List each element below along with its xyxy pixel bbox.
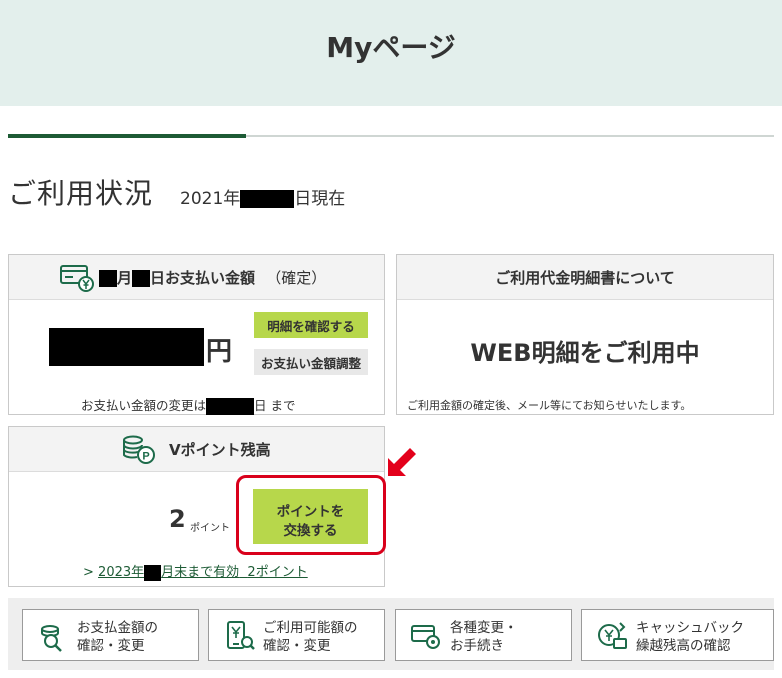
- expiry-chevron-icon: >: [83, 565, 94, 580]
- payment-card-header: 月日お支払い金額 （確定）: [9, 255, 384, 300]
- procedures-label: 各種変更・ お手続き: [450, 620, 518, 654]
- redacted-expiry-month: [144, 564, 162, 581]
- points-unit: ポイント: [190, 523, 230, 534]
- coins-points-icon: P: [123, 435, 155, 464]
- change-note-suffix: 日 まで: [254, 398, 296, 413]
- web-statement-status: WEB明細をご利用中: [470, 339, 700, 367]
- redacted-month: [99, 270, 117, 287]
- exchange-line-1: ポイントを: [276, 503, 345, 519]
- expiry-suffix: 月末まで有効: [161, 565, 240, 580]
- points-card-header: P Vポイント残高: [9, 427, 384, 472]
- statement-card: ご利用代金明細書について WEB明細をご利用中 ご利用金額の確定後、メール等にて…: [396, 254, 774, 415]
- redacted-day: [132, 270, 151, 287]
- payment-card: 月日お支払い金額 （確定） 円 明細を確認する お支払い金額調整 お支払い金額の…: [8, 254, 385, 415]
- view-details-button[interactable]: 明細を確認する: [254, 312, 368, 338]
- tab-active-indicator: [8, 134, 246, 138]
- statement-card-header: ご利用代金明細書について: [397, 255, 773, 300]
- payment-amount-button[interactable]: お支払金額の 確認・変更: [22, 609, 199, 661]
- redacted-deadline: [206, 398, 255, 415]
- redacted-amount: [49, 328, 204, 366]
- expiry-text: 2023年 月末まで有効 2ポイント: [98, 564, 308, 581]
- phone-yen-icon: [227, 621, 255, 650]
- points-balance: 2: [169, 505, 186, 533]
- payment-status: （確定）: [266, 269, 327, 287]
- title-day-label: 日お支払い金額: [150, 269, 256, 287]
- svg-text:P: P: [142, 451, 149, 463]
- page-header: Myページ: [0, 0, 782, 106]
- procedures-button[interactable]: 各種変更・ お手続き: [395, 609, 572, 661]
- amount-yen: 円: [206, 337, 233, 367]
- page-title: Myページ: [326, 31, 456, 64]
- available-credit-button[interactable]: ご利用可能額の 確認・変更: [208, 609, 385, 661]
- cashback-icon: [598, 622, 627, 649]
- expiry-year: 2023年: [98, 565, 145, 580]
- statement-card-title: ご利用代金明細書について: [495, 269, 675, 287]
- expiry-points: 2ポイント: [247, 565, 308, 580]
- payment-card-title: 月日お支払い金額 （確定）: [99, 267, 326, 288]
- title-month-label: 月: [117, 269, 133, 287]
- exchange-line-2: 交換する: [283, 522, 338, 538]
- card-gear-icon: [411, 625, 440, 649]
- as-of-suffix: 日現在: [294, 189, 346, 209]
- as-of-prefix: 2021年: [180, 189, 241, 209]
- cashback-balance-button[interactable]: キャッシュバック 繰越残高の確認: [581, 609, 774, 661]
- adjust-payment-button[interactable]: お支払い金額調整: [254, 349, 368, 375]
- pointer-arrow-icon: [388, 448, 416, 476]
- available-credit-label: ご利用可能額の 確認・変更: [263, 620, 358, 654]
- cashback-balance-label: キャッシュバック 繰越残高の確認: [636, 620, 744, 654]
- exchange-points-button[interactable]: ポイントを 交換する: [253, 489, 368, 544]
- usage-heading: ご利用状況: [8, 177, 154, 210]
- change-note-prefix: お支払い金額の変更は: [81, 398, 207, 413]
- payment-amount-label: お支払金額の 確認・変更: [77, 620, 158, 654]
- points-expiry-link[interactable]: > 2023年 月末まで有効 2ポイント: [83, 561, 308, 581]
- card-yen-icon: [60, 265, 94, 292]
- redacted-date: [240, 190, 295, 208]
- as-of-date: 2021年 日現在: [180, 184, 345, 209]
- coin-search-icon: [41, 625, 62, 652]
- statement-note: ご利用金額の確定後、メール等にてお知らせいたします。: [407, 399, 692, 412]
- points-card-title: Vポイント残高: [169, 441, 271, 459]
- change-deadline-note: お支払い金額の変更は 日 まで: [81, 395, 296, 415]
